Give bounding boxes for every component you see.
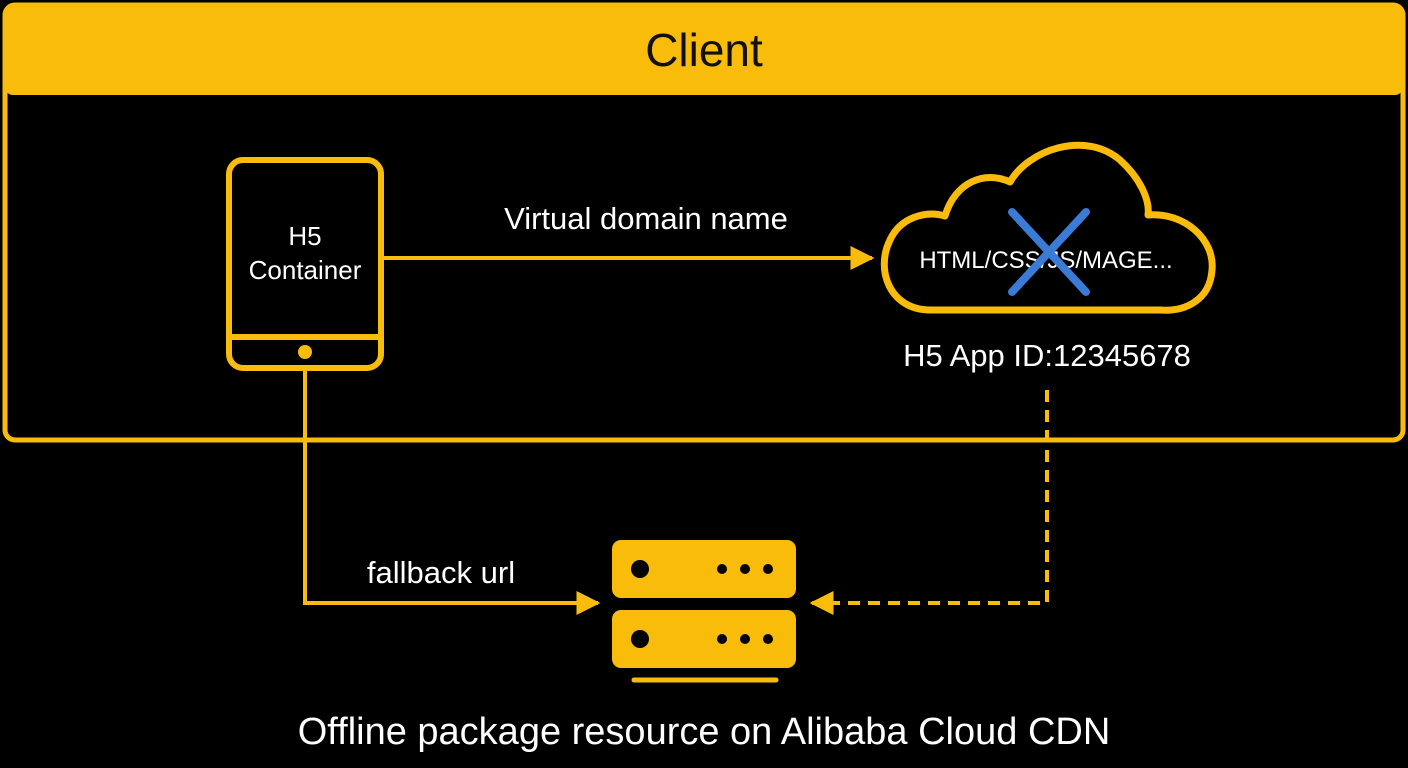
h5-container-node: H5 Container xyxy=(226,157,384,371)
fallback-edge: fallback url xyxy=(303,371,601,615)
cloud-to-cdn-dashed-arrow xyxy=(809,390,1049,615)
server-top-led-icon xyxy=(631,560,649,578)
cdn-caption: Offline package resource on Alibaba Clou… xyxy=(298,711,1111,753)
cloud-to-cdn-edge xyxy=(809,390,1049,615)
server-bottom-dot-icon xyxy=(763,634,773,644)
cdn-server-node xyxy=(612,540,796,683)
server-top-dot-icon xyxy=(740,564,750,574)
fallback-label: fallback url xyxy=(367,555,515,590)
server-bottom-dot-icon xyxy=(717,634,727,644)
server-top-dot-icon xyxy=(717,564,727,574)
phone-home-button-icon xyxy=(298,345,312,359)
architecture-diagram: Client H5 Container Virtual domain name … xyxy=(2,2,1406,753)
container-label-line2: Container xyxy=(249,255,362,285)
server-bottom-led-icon xyxy=(631,630,649,648)
cloud-node: HTML/CSS/JS/MAGE... H5 App ID:12345678 xyxy=(880,141,1216,373)
client-title: Client xyxy=(645,24,763,76)
virtual-domain-label: Virtual domain name xyxy=(504,201,788,236)
container-label-line1: H5 xyxy=(288,221,321,251)
server-bottom-dot-icon xyxy=(740,634,750,644)
virtual-domain-edge: Virtual domain name xyxy=(384,201,875,270)
diagram-stage: Client H5 Container Virtual domain name … xyxy=(0,0,1408,768)
cloud-icon xyxy=(880,141,1216,314)
server-top-dot-icon xyxy=(763,564,773,574)
app-id-label: H5 App ID:12345678 xyxy=(903,338,1191,373)
